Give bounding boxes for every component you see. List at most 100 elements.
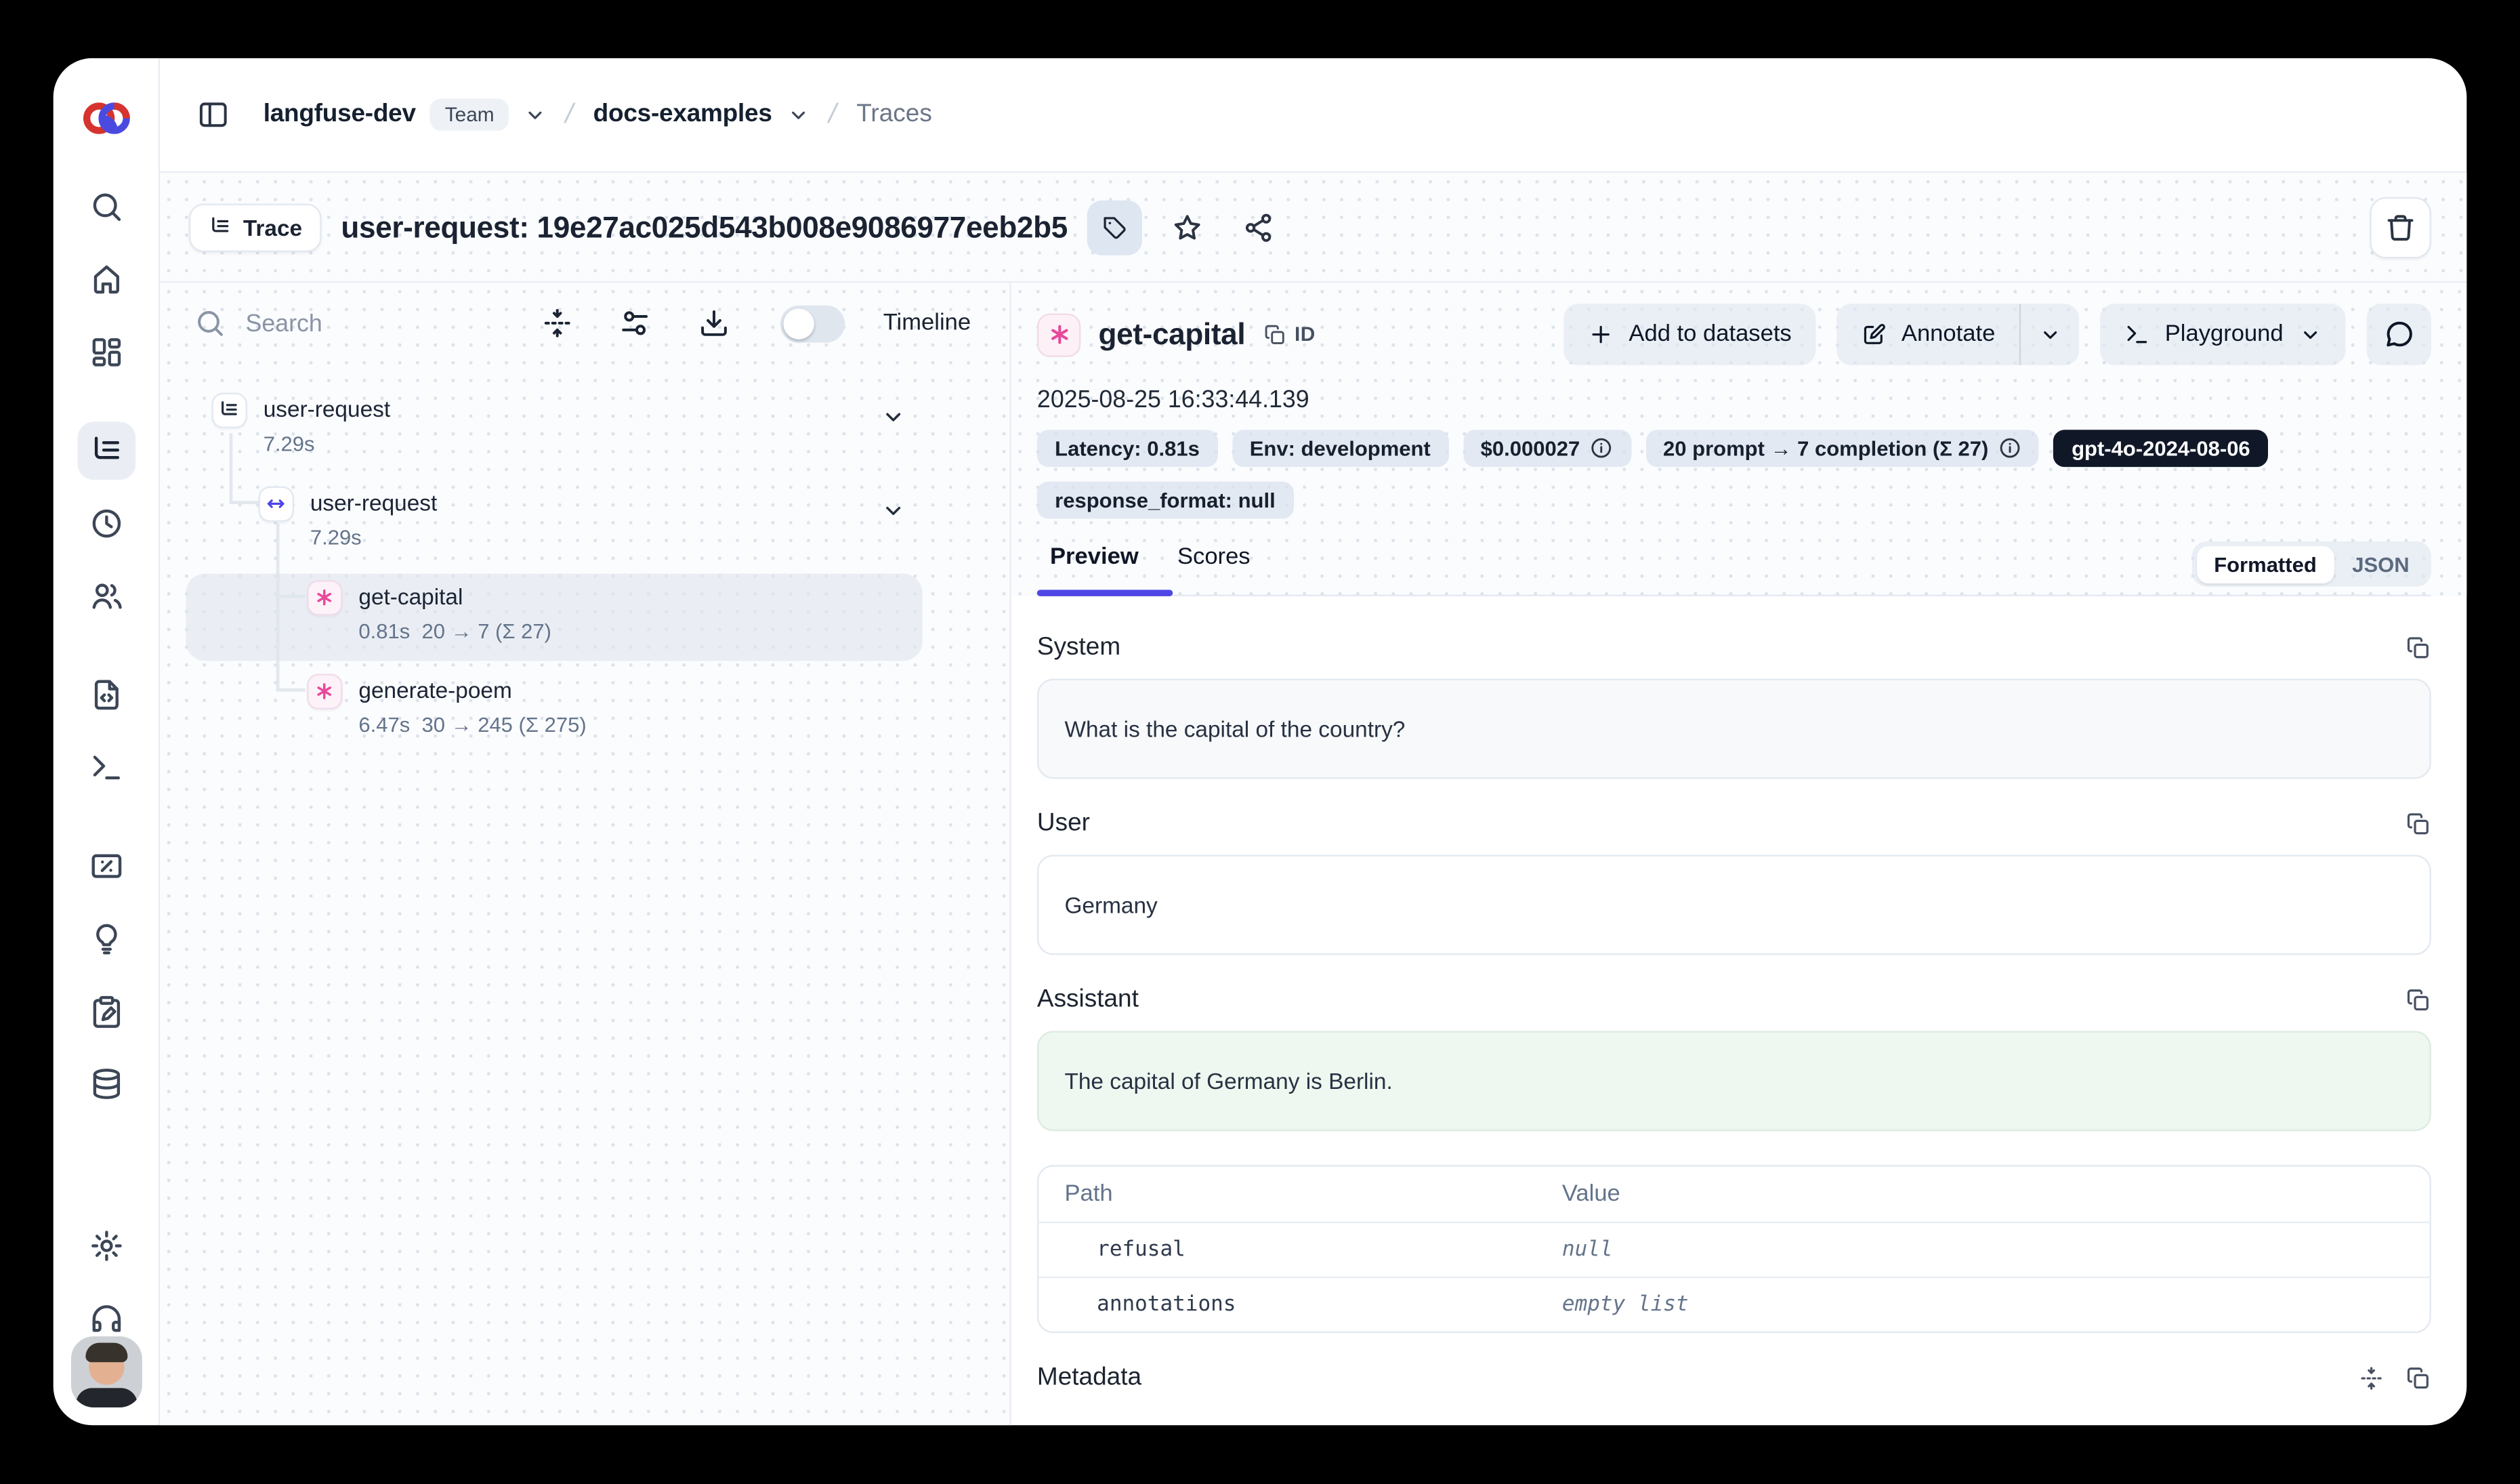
toggle-knob — [783, 308, 814, 338]
observation-title: get-capital — [1099, 316, 1246, 352]
row-path: annotations — [1097, 1293, 1562, 1317]
format-option-json[interactable]: JSON — [2334, 545, 2427, 583]
sidebar-item-tracing[interactable] — [77, 421, 135, 480]
node-label: generate-poem — [358, 674, 586, 703]
user-avatar[interactable] — [70, 1336, 142, 1407]
tree-node-get-capital[interactable]: get-capital 0.81s 20 → 7 (Σ 27) — [186, 574, 922, 661]
column-header-path: Path — [1064, 1181, 1561, 1207]
tags-button[interactable] — [1087, 199, 1142, 254]
main-column: langfuse-dev Team / docs-examples / Trac… — [160, 58, 2466, 1425]
breadcrumb-section[interactable]: Traces — [856, 100, 932, 129]
node-label: get-capital — [358, 580, 551, 609]
node-collapse-chevron[interactable] — [881, 404, 906, 430]
table-row: annotations empty list — [1038, 1277, 2429, 1332]
sidebar-toggle-button[interactable] — [186, 87, 240, 142]
trace-type-label: Trace — [243, 214, 302, 240]
lightbulb-icon — [88, 921, 123, 956]
env-badge: Env: development — [1232, 430, 1448, 467]
copy-button[interactable] — [2406, 635, 2431, 661]
node-duration: 7.29s — [264, 432, 390, 456]
fold-vertical-icon — [2359, 1365, 2385, 1391]
section-title: System — [1037, 634, 1120, 663]
plus-icon — [1589, 322, 1614, 348]
sidebar-item-dashboard[interactable] — [77, 323, 135, 382]
copy-button[interactable] — [2406, 811, 2431, 837]
sidebar-item-settings[interactable] — [77, 1217, 135, 1275]
chevron-down-icon — [786, 103, 810, 127]
breadcrumb-org[interactable]: langfuse-dev — [264, 100, 416, 129]
metadata-actions — [2359, 1365, 2431, 1391]
expand-button[interactable] — [2359, 1365, 2385, 1391]
download-button[interactable] — [695, 299, 733, 348]
assistant-message-box: The capital of Germany is Berlin. — [1037, 1031, 2431, 1131]
sliders-icon — [619, 307, 652, 339]
sidebar-item-datasets[interactable] — [77, 1055, 135, 1113]
generation-icon — [314, 587, 335, 609]
trace-type-badge[interactable]: Trace — [189, 203, 322, 251]
share-button[interactable] — [1232, 201, 1284, 253]
breadcrumb: langfuse-dev Team / docs-examples / Trac… — [264, 98, 932, 131]
add-to-datasets-button[interactable]: Add to datasets — [1564, 304, 1815, 365]
project-switcher-chevron[interactable] — [786, 103, 810, 127]
playground-button[interactable]: Playground — [2100, 304, 2345, 365]
tokens-badge[interactable]: 20 prompt → 7 completion (Σ 27) — [1645, 430, 2040, 467]
copy-icon — [2406, 987, 2431, 1013]
tree-search-input[interactable] — [245, 310, 497, 337]
format-option-formatted[interactable]: Formatted — [2196, 545, 2334, 583]
sidebar-item-users[interactable] — [77, 567, 135, 625]
comments-button[interactable] — [2366, 304, 2431, 365]
org-switcher-chevron[interactable] — [524, 103, 547, 127]
generation-node-icon-badge — [307, 674, 342, 709]
annotate-button[interactable]: Annotate — [1836, 304, 2019, 365]
search-icon — [88, 189, 123, 224]
row-path: refusal — [1097, 1238, 1562, 1262]
sidebar-item-playground[interactable] — [77, 739, 135, 797]
node-metrics: 0.81s 20 → 7 (Σ 27) — [358, 619, 551, 644]
metric-badges: Latency: 0.81s Env: development $0.00002… — [1037, 430, 2431, 518]
sidebar-item-home[interactable] — [77, 251, 135, 309]
tab-scores[interactable]: Scores — [1164, 538, 1263, 577]
tree-node-trace[interactable]: user-request 7.29s — [186, 386, 922, 474]
home-icon — [88, 262, 123, 297]
sidebar-item-scores[interactable] — [77, 837, 135, 895]
chevron-down-icon — [2298, 323, 2322, 346]
sidebar-item-evaluation[interactable] — [77, 910, 135, 968]
terminal-icon — [2124, 322, 2150, 348]
model-badge[interactable]: gpt-4o-2024-08-06 — [2054, 430, 2268, 467]
row-value: null — [1562, 1238, 2403, 1262]
breadcrumb-project[interactable]: docs-examples — [593, 100, 772, 129]
collapse-all-button[interactable] — [538, 299, 576, 348]
table-header-row: Path Value — [1038, 1167, 2429, 1222]
sidebar-item-search[interactable] — [77, 178, 135, 236]
sidebar-item-annotation[interactable] — [77, 983, 135, 1041]
active-tab-underline — [1037, 590, 1173, 596]
tree-node-generate-poem[interactable]: generate-poem 6.47s 30 → 245 (Σ 275) — [186, 667, 922, 755]
view-options-button[interactable] — [616, 299, 654, 348]
preview-content: System What is the capital of the countr… — [1011, 596, 2467, 1425]
cost-badge[interactable]: $0.000027 — [1463, 430, 1631, 467]
org-type-badge: Team — [430, 98, 509, 131]
headset-icon — [88, 1301, 123, 1336]
chevron-down-icon — [881, 404, 906, 430]
copy-button[interactable] — [2406, 987, 2431, 1013]
section-title: Assistant — [1037, 986, 1139, 1015]
copy-button[interactable] — [2406, 1365, 2431, 1391]
timeline-toggle[interactable] — [780, 304, 844, 342]
node-label: user-request — [310, 487, 437, 516]
app-window: langfuse-dev Team / docs-examples / Trac… — [54, 58, 2467, 1425]
bookmark-star-button[interactable] — [1161, 201, 1213, 253]
copy-id-button[interactable]: ID — [1263, 323, 1315, 346]
tab-preview[interactable]: Preview — [1037, 538, 1152, 577]
id-label: ID — [1295, 323, 1316, 346]
node-collapse-chevron[interactable] — [881, 497, 906, 523]
timeline-toggle-label: Timeline — [883, 310, 971, 336]
annotate-dropdown-chevron[interactable] — [2021, 304, 2079, 365]
sidebar-item-prompts[interactable] — [77, 665, 135, 724]
sidebar-item-sessions[interactable] — [77, 495, 135, 553]
tree-node-span[interactable]: user-request 7.29s — [186, 480, 922, 567]
delete-trace-button[interactable] — [2370, 197, 2431, 258]
format-toggle: Formatted JSON — [2192, 541, 2431, 587]
percent-card-icon — [88, 848, 123, 884]
generation-icon-badge — [1037, 312, 1080, 356]
node-metrics: 6.47s 30 → 245 (Σ 275) — [358, 713, 586, 737]
